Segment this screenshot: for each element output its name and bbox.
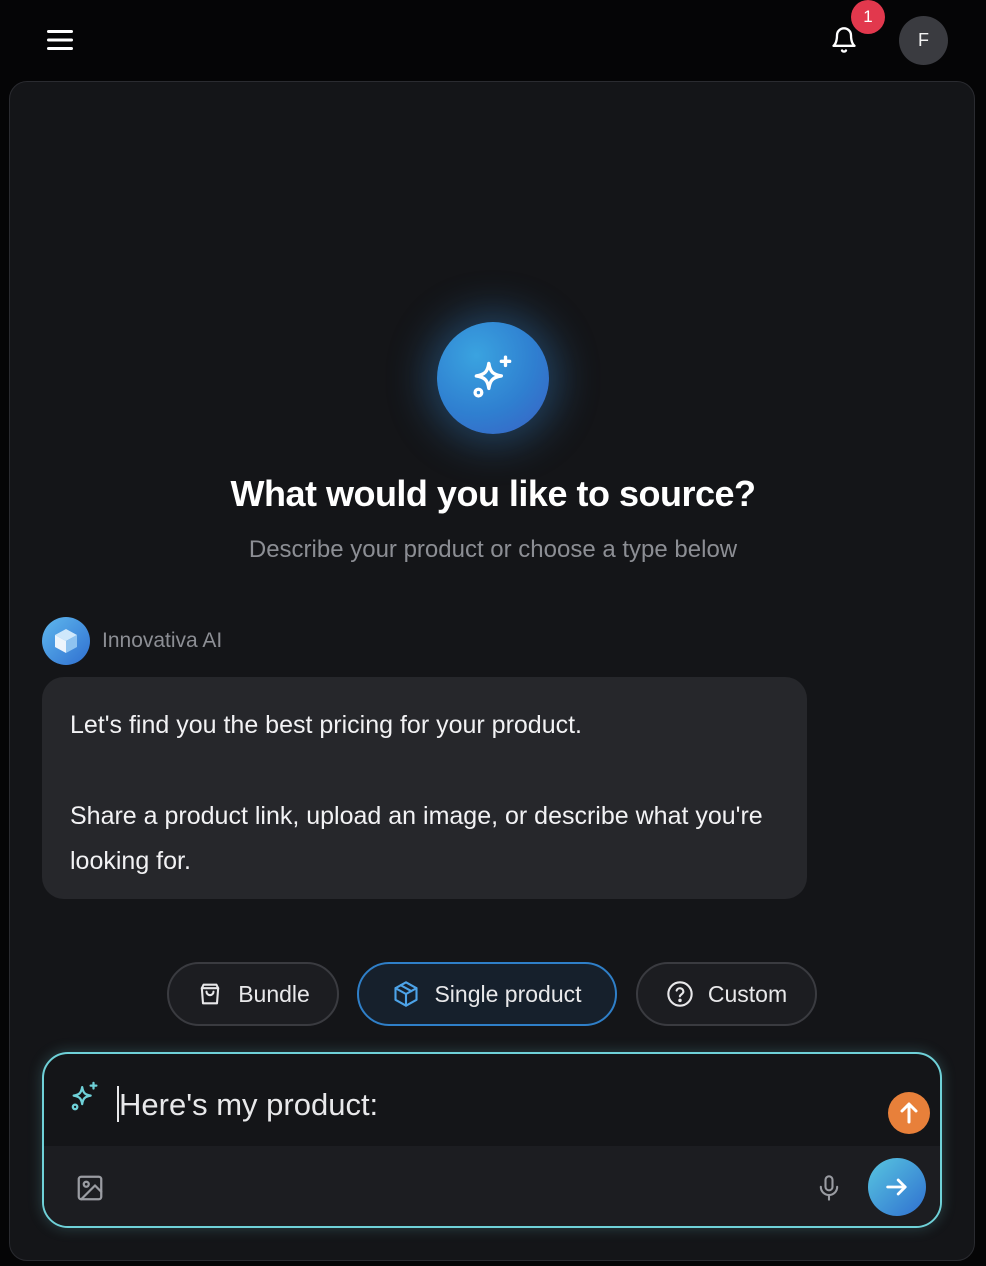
send-arrow-icon bbox=[886, 1178, 907, 1196]
chip-bundle[interactable]: Bundle bbox=[167, 962, 339, 1026]
assistant-avatar bbox=[42, 617, 90, 665]
bell-icon bbox=[832, 27, 856, 53]
composer-toolbar bbox=[44, 1146, 940, 1226]
microphone-icon bbox=[819, 1175, 839, 1201]
send-button[interactable] bbox=[868, 1158, 926, 1216]
cube-icon bbox=[55, 629, 77, 653]
chip-single-product[interactable]: Single product bbox=[357, 962, 617, 1026]
hero-title: What would you like to source? bbox=[230, 473, 756, 514]
chip-custom[interactable]: Custom bbox=[636, 962, 817, 1026]
attach-image-button[interactable] bbox=[70, 1168, 110, 1208]
chip-label: Custom bbox=[707, 980, 788, 1007]
hamburger-menu-icon bbox=[47, 30, 73, 50]
top-bar: 1 F bbox=[0, 0, 986, 80]
message-composer bbox=[42, 1052, 942, 1228]
upload-button[interactable] bbox=[888, 1092, 930, 1134]
chip-label: Bundle bbox=[238, 980, 310, 1007]
assistant-message-bubble: Let's find you the best pricing for your… bbox=[42, 677, 807, 899]
user-avatar[interactable]: F bbox=[899, 16, 948, 65]
shopping-bag-icon bbox=[196, 980, 224, 1008]
sparkles-icon bbox=[473, 355, 512, 398]
message-line: Share a product link, upload an image, o… bbox=[70, 802, 763, 875]
image-icon bbox=[77, 1175, 103, 1201]
package-icon bbox=[392, 980, 420, 1008]
notification-badge: 1 bbox=[851, 0, 885, 34]
menu-button[interactable] bbox=[40, 22, 80, 58]
upload-arrow-icon bbox=[900, 1102, 918, 1124]
message-line: Let's find you the best pricing for your… bbox=[70, 711, 582, 739]
hero-orb bbox=[437, 322, 549, 434]
assistant-name: Innovativa AI bbox=[102, 629, 223, 652]
hero-subtitle: Describe your product or choose a type b… bbox=[248, 536, 738, 563]
product-input[interactable] bbox=[119, 1084, 819, 1126]
sparkles-icon bbox=[71, 1081, 98, 1111]
question-circle-icon bbox=[666, 980, 694, 1008]
chip-label: Single product bbox=[434, 980, 582, 1007]
voice-input-button[interactable] bbox=[809, 1168, 849, 1208]
